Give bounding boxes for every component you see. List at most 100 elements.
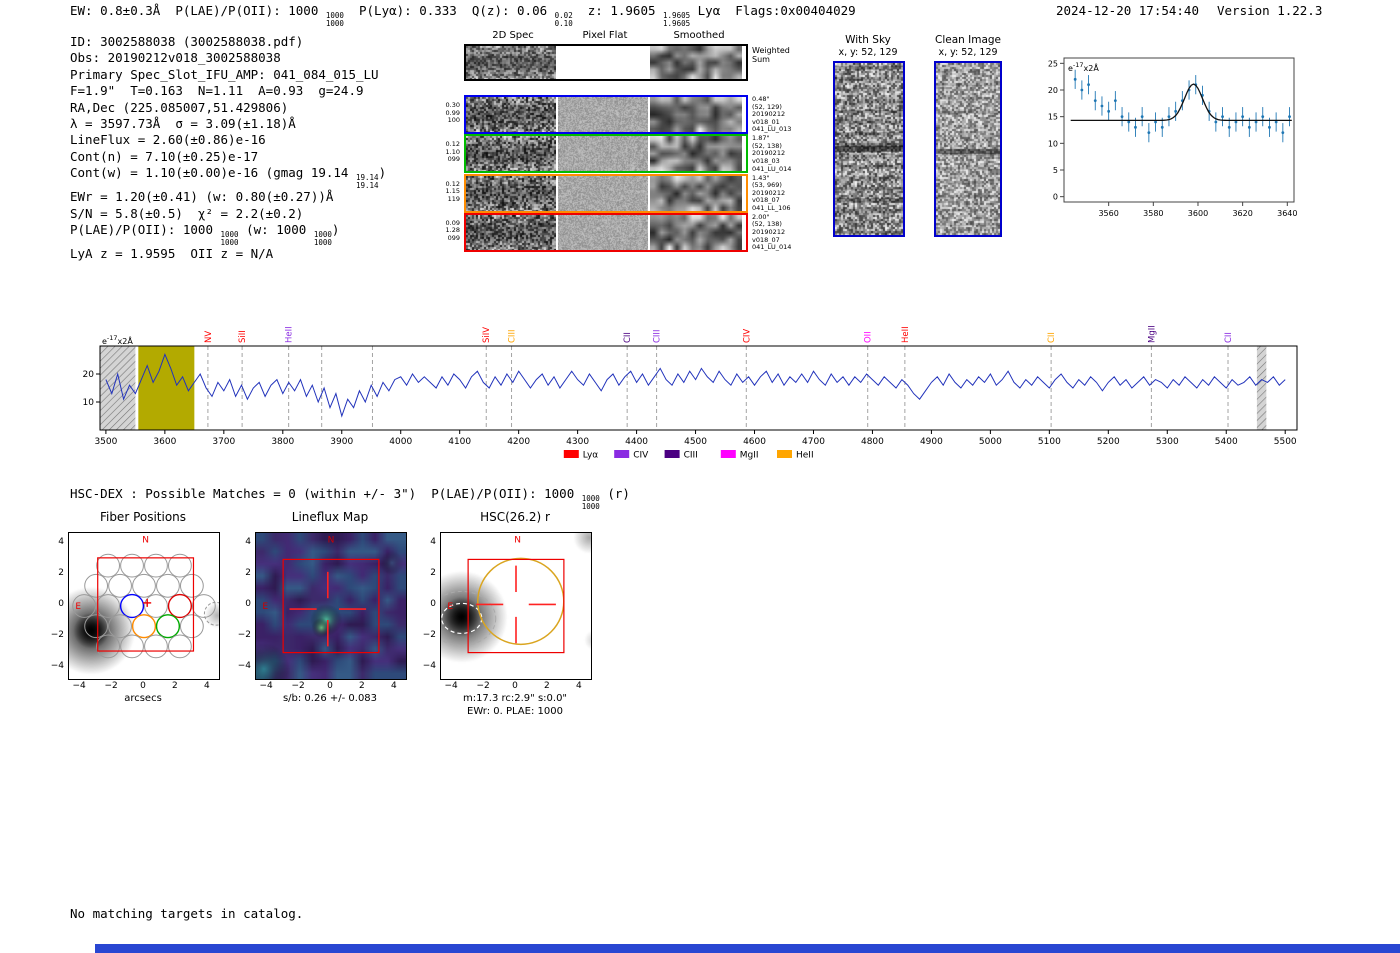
row-smoothed-image (650, 215, 742, 250)
fiber-circle (109, 574, 132, 597)
x-tick-label: 5200 (1097, 437, 1120, 447)
aperture-circle (478, 558, 564, 644)
line-marker-label: HeII (901, 326, 911, 343)
detection-info-block: ID: 3002588038 (3002588038.pdf) Obs: 2019… (70, 34, 386, 262)
line-marker-label: HeII (285, 326, 295, 343)
data-point (1114, 99, 1117, 102)
y-tick-label: 0 (40, 599, 64, 609)
row-pixel-flat-image (558, 215, 648, 250)
x-tick-label: 4400 (625, 437, 648, 447)
stacked-fraction: 1000 1000 (221, 231, 239, 246)
data-point (1087, 83, 1090, 86)
row-fiber-id-labels: 0.48" (52, 129) 20190212 v018_01 041_LU_… (752, 96, 791, 134)
compass-east-label: E (262, 602, 268, 612)
legend-swatch (721, 450, 736, 458)
fiber-circle-selected (157, 615, 180, 638)
line-marker-label: CIV (742, 329, 752, 343)
hsc-r-panel: HSC(26.2) r NE m:17.3 rc:2.9" s:0.0" EWr… (400, 508, 612, 723)
full-spectrum-plot: 3500 3600 3700 3800 3900 4000 4100 4200 4300 4400… (70, 306, 1315, 464)
y-tick-label: 0 (227, 599, 251, 609)
x-tick-label: 3900 (330, 437, 353, 447)
weighted-sum-smoothed-image (650, 46, 742, 79)
data-point (1281, 131, 1284, 134)
row-weight-labels: 0.12 1.15 119 (436, 181, 460, 204)
fiber-cutout-row (464, 213, 748, 252)
x-tick-label: 3560 (1098, 209, 1118, 218)
line-marker-label: OII (864, 331, 874, 343)
clean-image-coords: x, y: 52, 129 (920, 47, 1016, 58)
y-tick-label: 4 (227, 537, 251, 547)
info-line: LyA z = 1.9595 OII z = N/A (70, 246, 386, 262)
x-tick-label: 2 (535, 681, 559, 691)
legend-label: Lyα (583, 451, 599, 461)
fiber-circle (121, 635, 144, 658)
y-tick-label: 15 (1048, 113, 1058, 122)
row-fiber-id-labels: 1.43" (53, 969) 20190212 v018_07 041_LL_… (752, 175, 791, 213)
row-fiber-id-labels: 2.00" (52, 138) 20190212 v018_07 041_LU_… (752, 214, 791, 252)
y-tick-label: −2 (227, 630, 251, 640)
stacked-fraction: 1.9605 1.9605 (663, 12, 690, 27)
fiber-positions-panel: Fiber Positions NE arcsecs 4 2 0 −2 −4 −4 −2 0 2… (28, 508, 240, 723)
row-weight-labels: 0.30 0.99 100 (436, 102, 460, 125)
fiber-circle (109, 615, 132, 638)
legend-label: MgII (740, 451, 759, 461)
weighted-sum-flat-blank (558, 46, 648, 79)
info-line: F=1.9" T=0.163 N=1.11 A=0.93 g=24.9 (70, 83, 386, 99)
superscript: -17 (1073, 61, 1084, 69)
panel-plot-area: NE (440, 532, 592, 680)
x-tick-label: 3580 (1143, 209, 1163, 218)
info-line: RA,Dec (225.085007,51.429806) (70, 100, 386, 116)
header-summary: EW: 0.8±0.3Å P(LAE)/P(OII): 1000 1000 100… (70, 3, 856, 27)
line-marker-label: CII (1224, 332, 1234, 343)
elixer-report: EW: 0.8±0.3Å P(LAE)/P(OII): 1000 1000 100… (0, 0, 1400, 953)
row-2d-spec-image (466, 136, 556, 171)
x-tick-label: 5300 (1156, 437, 1179, 447)
panel-xlabel: arcsecs (58, 693, 228, 704)
line-marker-label: CIII (653, 330, 663, 343)
y-tick-label: 20 (83, 370, 95, 380)
with-sky-title: With Sky (820, 34, 916, 46)
x-tick-label: 0 (503, 681, 527, 691)
row-weight-labels: 0.09 1.28 099 (436, 220, 460, 243)
data-point (1221, 115, 1224, 118)
row-smoothed-image (650, 97, 742, 132)
line-marker-label: SiII (238, 330, 248, 343)
x-tick-label: 5500 (1274, 437, 1297, 447)
stacked-fraction: 0.02 0.10 (555, 12, 573, 27)
compass-east-label: E (447, 602, 453, 612)
fiber-circle (85, 574, 108, 597)
row-pixel-flat-image (558, 176, 648, 211)
x-tick-label: 2 (350, 681, 374, 691)
y-tick-label: 10 (1048, 139, 1058, 148)
stacked-fraction: 1000 1000 (326, 12, 344, 27)
fiber-circle (180, 615, 203, 638)
x-tick-label: 4500 (684, 437, 707, 447)
spectrum-annotation: e-17x2Å (102, 334, 133, 346)
y-tick-label: 25 (1048, 59, 1058, 68)
y-tick-label: 4 (412, 537, 436, 547)
info-line: Cont(n) = 7.10(±0.25)e-17 (70, 149, 386, 165)
data-point (1261, 115, 1264, 118)
gaussian-fit-curve (1071, 84, 1292, 120)
masked-region (100, 346, 135, 430)
x-tick-label: 4100 (448, 437, 471, 447)
info-line: Cont(w) = 1.10(±0.00)e-16 (gmag 19.14 19… (70, 165, 386, 189)
header-datetime: 2024-12-20 17:54:40 (1056, 3, 1199, 18)
y-tick-label: −2 (40, 630, 64, 640)
info-line: LineFlux = 2.60(±0.86)e-16 (70, 132, 386, 148)
data-point (1288, 115, 1291, 118)
x-tick-label: 3700 (212, 437, 235, 447)
x-tick-label: −4 (67, 681, 91, 691)
panel-xlabel2: EWr: 0. PLAE: 1000 (430, 706, 600, 717)
x-tick-label: 4800 (861, 437, 884, 447)
data-point (1241, 115, 1244, 118)
info-line: ID: 3002588038 (3002588038.pdf) (70, 34, 386, 50)
data-point (1121, 115, 1124, 118)
fiber-circle (97, 635, 120, 658)
y-tick-label: 20 (1048, 86, 1058, 95)
row-pixel-flat-image (558, 136, 648, 171)
legend-label: CIV (633, 451, 649, 461)
panel-title: Lineflux Map (255, 510, 405, 524)
legend-label: CIII (684, 451, 698, 461)
plot-frame (100, 346, 1297, 430)
